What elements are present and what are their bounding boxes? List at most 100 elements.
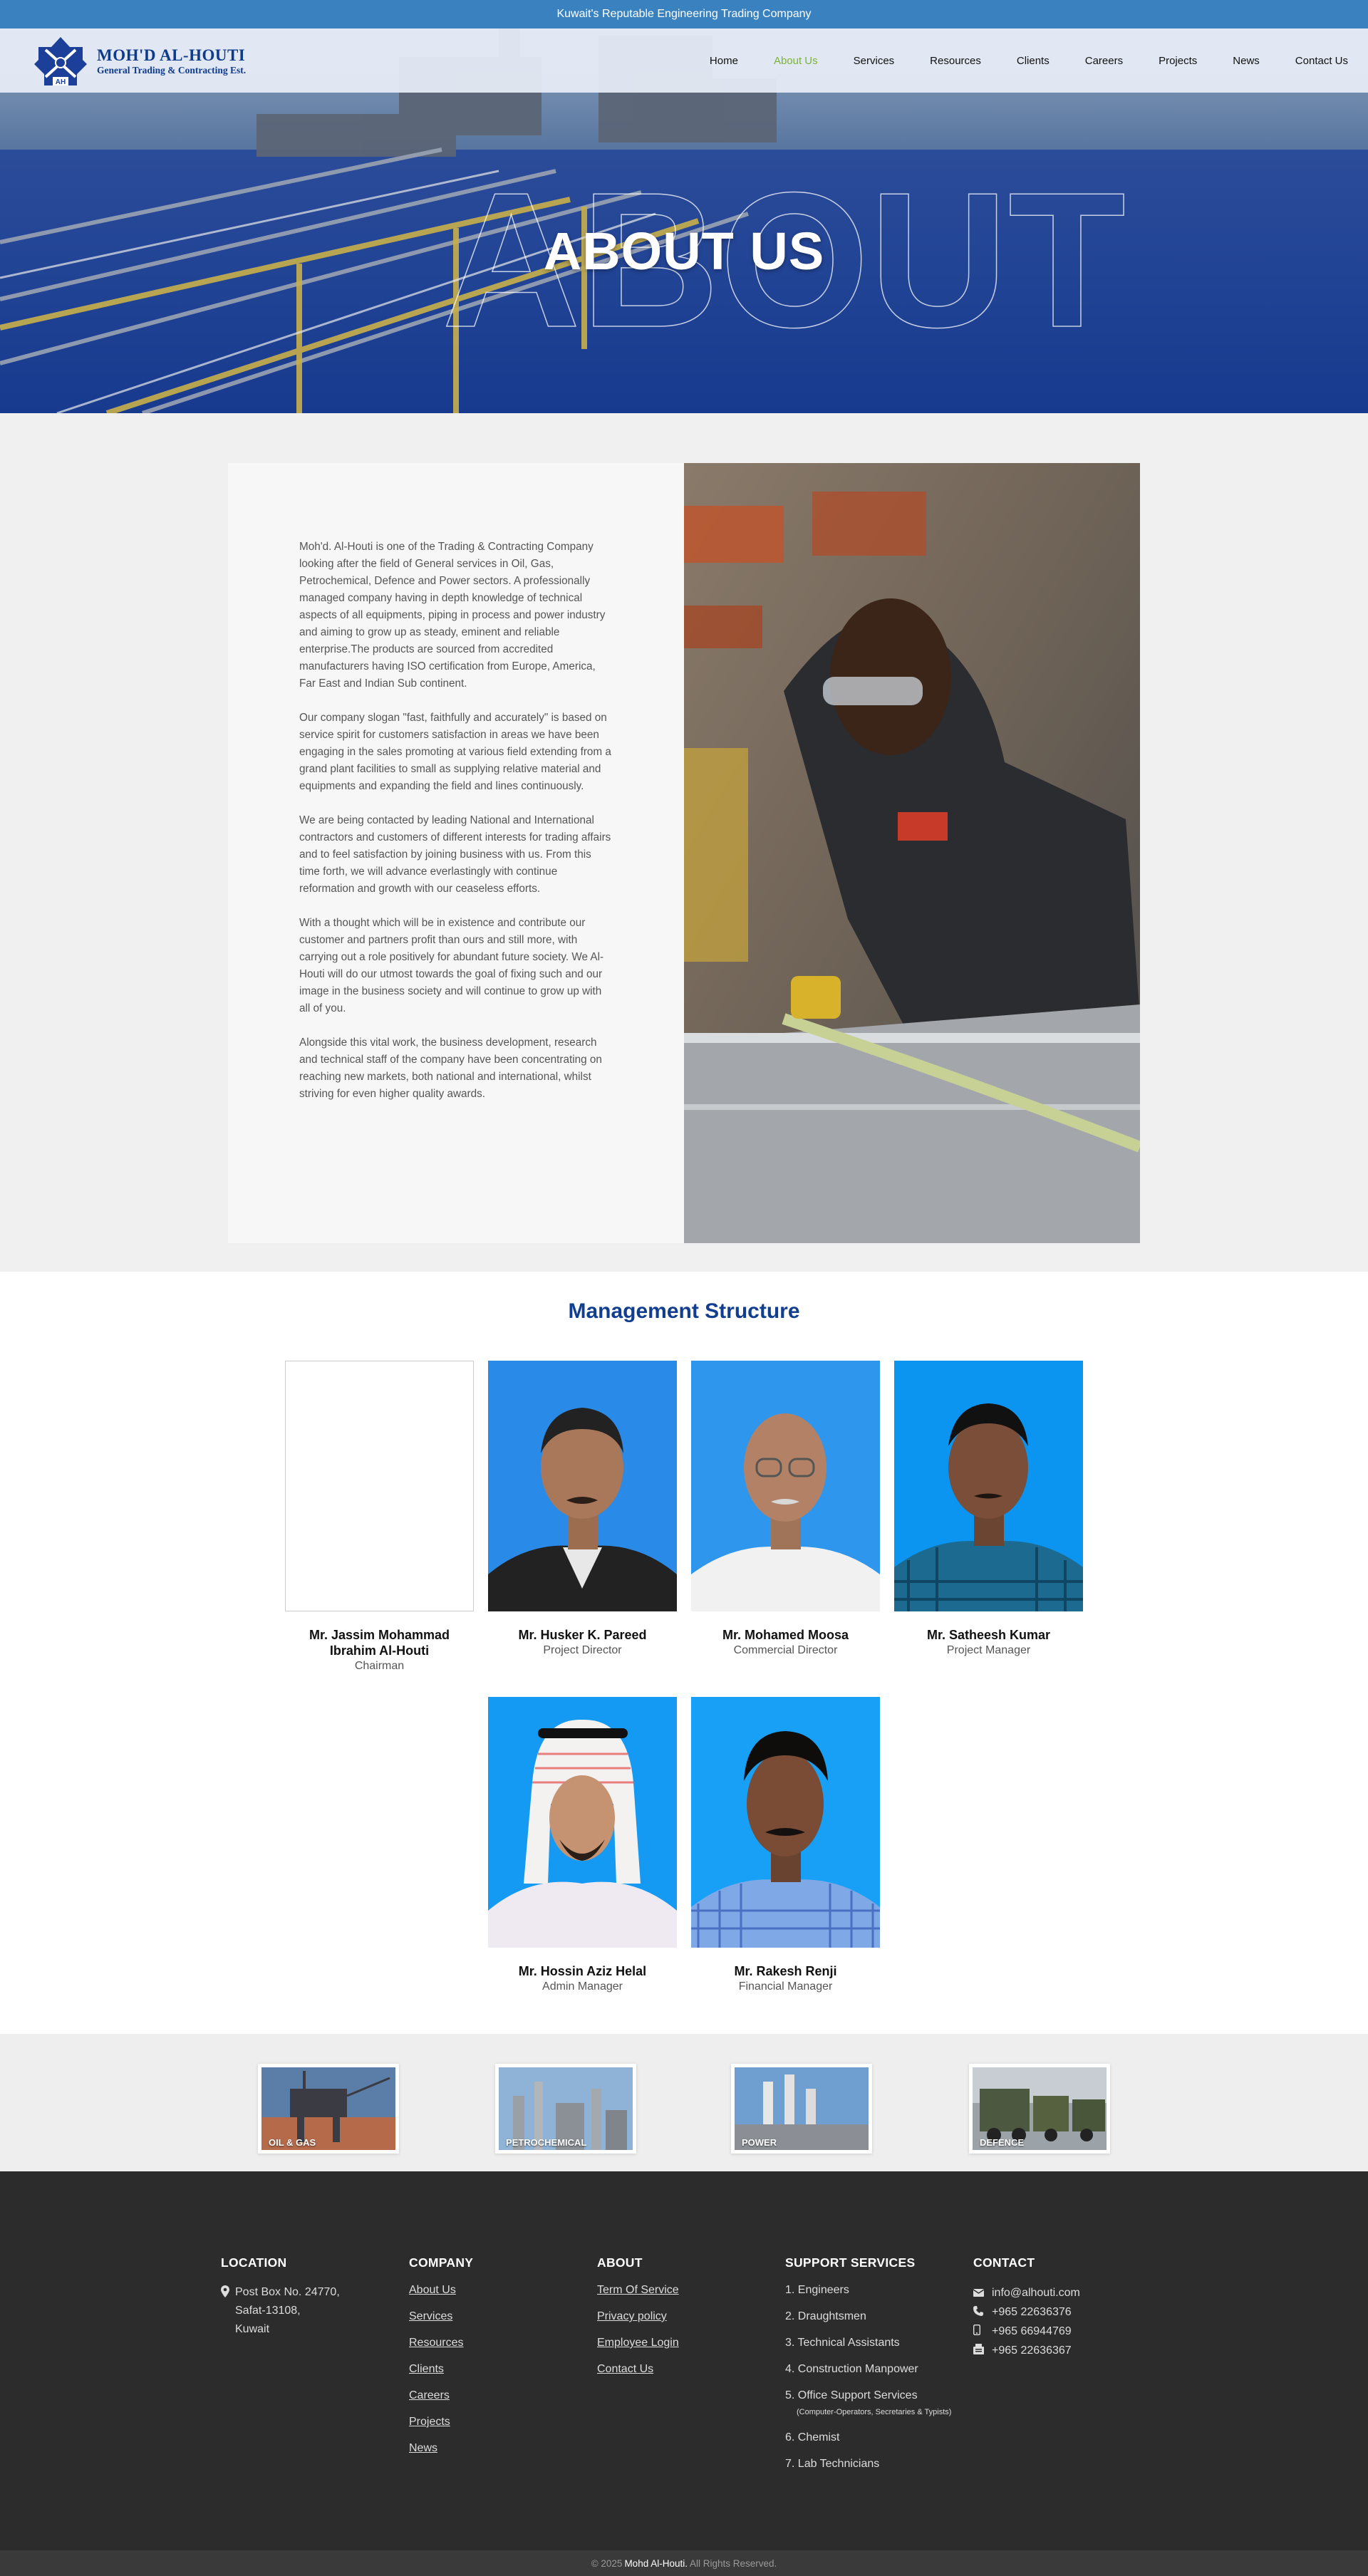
sector-tile-petrochemical[interactable]: PETROCHEMICAL bbox=[495, 2064, 636, 2154]
contact-fax[interactable]: +965 22636367 bbox=[973, 2341, 1080, 2360]
footer-support-services: SUPPORT SERVICES 1. Engineers 2. Draught… bbox=[785, 2255, 956, 2483]
about-paragraph: Our company slogan "fast, faithfully and… bbox=[299, 712, 611, 792]
team-member-role: Commercial Director bbox=[733, 1644, 838, 1656]
team-member-photo-placeholder bbox=[285, 1361, 474, 1611]
team-member-card: Mr. Rakesh Renji Financial Manager bbox=[691, 1697, 880, 1993]
team-member-card: Mr. Jassim Mohammad Ibrahim Al-Houti Cha… bbox=[285, 1361, 474, 1673]
site-header: AH MOH'D AL-HOUTI General Trading & Cont… bbox=[0, 28, 1368, 93]
sector-tile-oil-gas[interactable]: OIL & GAS bbox=[258, 2064, 399, 2154]
sector-label: POWER bbox=[742, 2137, 777, 2148]
footer-link-projects[interactable]: Projects bbox=[409, 2415, 473, 2441]
team-member-role: Project Manager bbox=[946, 1644, 1031, 1656]
footer-link-about-us[interactable]: About Us bbox=[409, 2283, 473, 2310]
envelope-icon bbox=[973, 2286, 992, 2300]
about-text-card: Moh'd. Al-Houti is one of the Trading & … bbox=[228, 463, 684, 1243]
nav-projects[interactable]: Projects bbox=[1159, 55, 1197, 67]
page-title: ABOUT US bbox=[543, 222, 825, 281]
support-service-item: 1. Engineers bbox=[785, 2284, 849, 2296]
map-marker-icon bbox=[221, 2285, 229, 2301]
footer-link-clients[interactable]: Clients bbox=[409, 2362, 473, 2389]
footer-heading: LOCATION bbox=[221, 2255, 287, 2270]
team-member-name: Mr. Hossin Aziz Helal bbox=[518, 1964, 647, 1978]
team-member-name: Mr. Satheesh Kumar bbox=[926, 1628, 1051, 1642]
team-member-role: Financial Manager bbox=[738, 1980, 833, 1993]
team-member-name: Mr. Husker K. Pareed bbox=[518, 1628, 647, 1642]
nav-careers[interactable]: Careers bbox=[1085, 55, 1123, 67]
support-service-item: 5. Office Support Services (Computer-Oper… bbox=[785, 2389, 956, 2419]
sector-label: DEFENCE bbox=[980, 2137, 1025, 2148]
top-bar: Kuwait's Reputable Engineering Trading C… bbox=[0, 0, 1368, 28]
company-logo[interactable]: AH MOH'D AL-HOUTI General Trading & Cont… bbox=[33, 36, 246, 87]
team-member-card: Mr. Husker K. Pareed Project Director bbox=[488, 1361, 677, 1657]
team-member-name: Mr. Rakesh Renji bbox=[734, 1964, 837, 1978]
sector-label: OIL & GAS bbox=[269, 2137, 316, 2148]
about-paragraph: We are being contacted by leading Nation… bbox=[299, 814, 611, 895]
footer-link-privacy[interactable]: Privacy policy bbox=[597, 2310, 679, 2336]
support-service-item: 4. Construction Manpower bbox=[785, 2363, 918, 2375]
support-service-item: 7. Lab Technicians bbox=[785, 2458, 880, 2470]
copyright-prefix: © 2025 bbox=[591, 2557, 623, 2569]
fax-icon bbox=[973, 2343, 992, 2358]
sector-tile-power[interactable]: POWER bbox=[731, 2064, 872, 2154]
footer-link-terms[interactable]: Term Of Service bbox=[597, 2283, 679, 2310]
team-member-photo bbox=[691, 1697, 880, 1948]
address-line: Post Box No. 24770, bbox=[235, 2286, 340, 2298]
svg-text:AH: AH bbox=[56, 78, 66, 86]
footer-link-resources[interactable]: Resources bbox=[409, 2336, 473, 2362]
logo-subtitle: General Trading & Contracting Est. bbox=[97, 65, 247, 76]
footer-heading: ABOUT bbox=[597, 2255, 643, 2270]
footer-location: LOCATION Post Box No. 24770, Safat-13108… bbox=[221, 2255, 340, 2339]
footer-link-news[interactable]: News bbox=[409, 2441, 473, 2468]
contact-email[interactable]: info@alhouti.com bbox=[973, 2283, 1080, 2302]
footer-about: ABOUT Term Of Service Privacy policy Emp… bbox=[597, 2255, 679, 2389]
footer-heading: SUPPORT SERVICES bbox=[785, 2255, 916, 2270]
footer-heading: CONTACT bbox=[973, 2255, 1035, 2270]
phone-icon bbox=[973, 2305, 992, 2320]
footer-heading: COMPANY bbox=[409, 2255, 474, 2270]
nav-clients[interactable]: Clients bbox=[1017, 55, 1050, 67]
nav-about-us[interactable]: About Us bbox=[774, 55, 818, 67]
nav-services[interactable]: Services bbox=[854, 55, 895, 67]
nav-news[interactable]: News bbox=[1233, 55, 1260, 67]
nav-resources[interactable]: Resources bbox=[930, 55, 981, 67]
management-title: Management Structure bbox=[568, 1299, 800, 1323]
support-service-item: 2. Draughtsmen bbox=[785, 2310, 866, 2322]
team-member-card: Mr. Mohamed Moosa Commercial Director bbox=[691, 1361, 880, 1657]
footer-link-services[interactable]: Services bbox=[409, 2310, 473, 2336]
team-member-name: Mr. Jassim Mohammad Ibrahim Al-Houti bbox=[309, 1628, 450, 1658]
nav-home[interactable]: Home bbox=[710, 55, 738, 67]
footer-link-careers[interactable]: Careers bbox=[409, 2389, 473, 2415]
footer-company: COMPANY About Us Services Resources Clie… bbox=[409, 2255, 473, 2468]
team-member-photo bbox=[894, 1361, 1083, 1611]
about-paragraph: Moh'd. Al-Houti is one of the Trading & … bbox=[299, 541, 606, 690]
sectors-strip: OIL & GAS PETROCHEMICAL POWER DEFENCE bbox=[0, 2034, 1368, 2171]
about-section: Moh'd. Al-Houti is one of the Trading & … bbox=[0, 413, 1368, 1272]
main-nav: Home About Us Services Resources Clients… bbox=[674, 28, 1348, 93]
tagline: Kuwait's Reputable Engineering Trading C… bbox=[556, 8, 812, 20]
copyright-suffix: All Rights Reserved. bbox=[689, 2557, 777, 2569]
worker-photo bbox=[684, 463, 1140, 1243]
contact-phone[interactable]: +965 22636376 bbox=[973, 2302, 1080, 2322]
logo-mark-icon: AH bbox=[33, 36, 88, 87]
team-member-photo bbox=[691, 1361, 880, 1611]
sector-tile-defence[interactable]: DEFENCE bbox=[969, 2064, 1110, 2154]
team-member-card: Mr. Hossin Aziz Helal Admin Manager bbox=[488, 1697, 677, 1993]
contact-mobile[interactable]: +965 66944769 bbox=[973, 2322, 1080, 2341]
team-member-role: Chairman bbox=[354, 1660, 405, 1672]
footer-contact: CONTACT info@alhouti.com +965 22636376 +… bbox=[973, 2255, 1080, 2360]
site-footer: LOCATION Post Box No. 24770, Safat-13108… bbox=[0, 2171, 1368, 2550]
team-member-photo bbox=[488, 1361, 677, 1611]
about-paragraph: With a thought which will be in existenc… bbox=[299, 917, 604, 1014]
nav-contact-us[interactable]: Contact Us bbox=[1295, 55, 1348, 67]
team-member-name: Mr. Mohamed Moosa bbox=[722, 1628, 849, 1642]
copyright-brand[interactable]: Mohd Al-Houti. bbox=[624, 2558, 688, 2569]
footer-link-contact-us[interactable]: Contact Us bbox=[597, 2362, 679, 2389]
mobile-icon bbox=[973, 2324, 992, 2339]
team-member-role: Project Director bbox=[543, 1644, 622, 1656]
footer-link-employee-login[interactable]: Employee Login bbox=[597, 2336, 679, 2362]
address-line: Safat-13108, bbox=[235, 2305, 301, 2317]
team-member-card: Mr. Satheesh Kumar Project Manager bbox=[894, 1361, 1083, 1657]
address-line: Kuwait bbox=[235, 2323, 270, 2335]
team-member-role: Admin Manager bbox=[542, 1980, 623, 1993]
copyright-bar: © 2025 Mohd Al-Houti. All Rights Reserve… bbox=[0, 2550, 1368, 2576]
